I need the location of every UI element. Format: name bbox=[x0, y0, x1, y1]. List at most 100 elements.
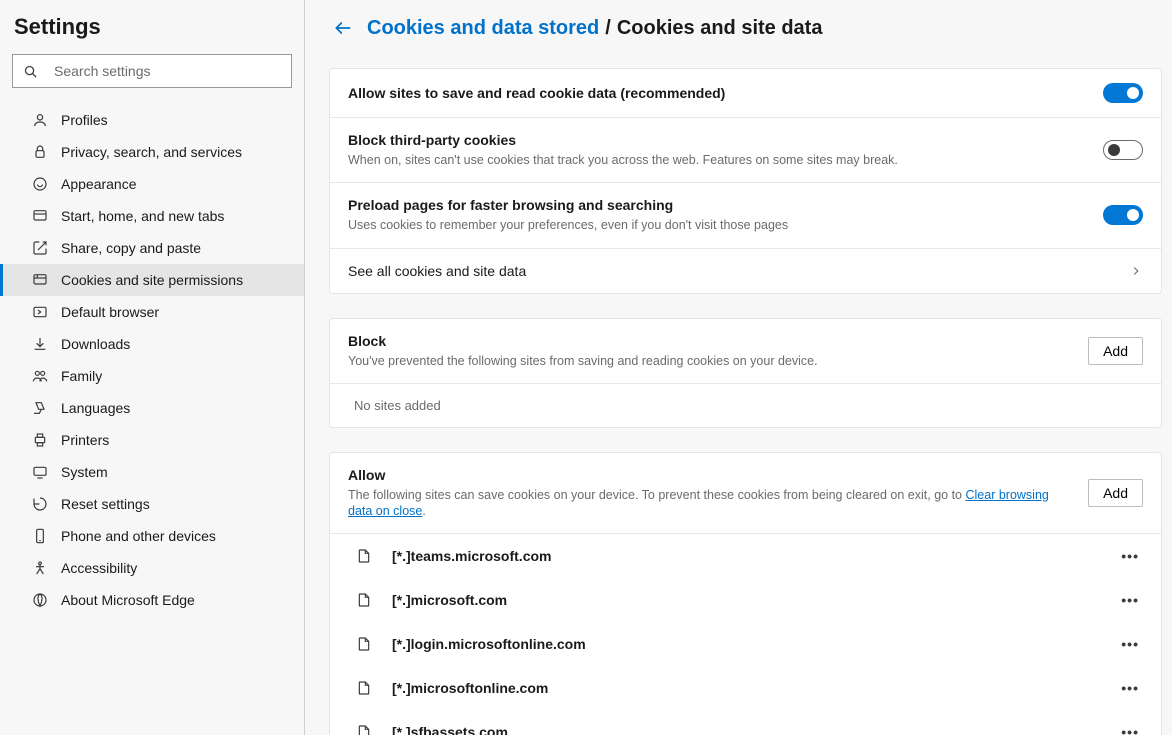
see-all-cookies-label: See all cookies and site data bbox=[348, 263, 1109, 279]
block-add-button[interactable]: Add bbox=[1088, 337, 1143, 365]
nav-item-downloads[interactable]: Downloads bbox=[0, 328, 304, 360]
nav-icon bbox=[31, 399, 49, 417]
allow-site-row: [*.]teams.microsoft.com••• bbox=[330, 534, 1161, 578]
more-actions-button[interactable]: ••• bbox=[1117, 588, 1143, 612]
nav-item-phone-and-other-devices[interactable]: Phone and other devices bbox=[0, 520, 304, 552]
site-domain: [*.]login.microsoftonline.com bbox=[392, 636, 1117, 652]
preload-desc: Uses cookies to remember your preference… bbox=[348, 217, 1083, 233]
allow-section-card: Allow The following sites can save cooki… bbox=[329, 452, 1162, 735]
see-all-cookies-row[interactable]: See all cookies and site data bbox=[330, 249, 1161, 293]
site-domain: [*.]sfbassets.com bbox=[392, 724, 1117, 735]
nav-item-cookies-and-site-permissions[interactable]: Cookies and site permissions bbox=[0, 264, 304, 296]
nav-icon bbox=[31, 207, 49, 225]
document-icon bbox=[356, 548, 372, 564]
nav-item-family[interactable]: Family bbox=[0, 360, 304, 392]
nav-icon bbox=[31, 175, 49, 193]
more-actions-button[interactable]: ••• bbox=[1117, 676, 1143, 700]
nav-icon bbox=[31, 143, 49, 161]
allow-title: Allow bbox=[348, 467, 1068, 483]
block-header-row: Block You've prevented the following sit… bbox=[330, 319, 1161, 384]
nav-item-about-microsoft-edge[interactable]: About Microsoft Edge bbox=[0, 584, 304, 616]
nav-label: Profiles bbox=[61, 112, 108, 128]
nav-item-system[interactable]: System bbox=[0, 456, 304, 488]
nav-label: Start, home, and new tabs bbox=[61, 208, 224, 224]
document-icon bbox=[356, 592, 372, 608]
chevron-right-icon bbox=[1129, 264, 1143, 278]
nav-icon bbox=[31, 335, 49, 353]
settings-title: Settings bbox=[0, 10, 304, 54]
search-input[interactable] bbox=[38, 63, 281, 79]
nav-label: Share, copy and paste bbox=[61, 240, 201, 256]
document-icon bbox=[356, 636, 372, 652]
nav-icon bbox=[31, 495, 49, 513]
allow-cookies-title: Allow sites to save and read cookie data… bbox=[348, 85, 1083, 101]
more-actions-button[interactable]: ••• bbox=[1117, 632, 1143, 656]
nav-icon bbox=[31, 527, 49, 545]
block-section-card: Block You've prevented the following sit… bbox=[329, 318, 1162, 428]
allow-site-row: [*.]microsoft.com••• bbox=[330, 578, 1161, 622]
more-actions-button[interactable]: ••• bbox=[1117, 720, 1143, 735]
back-button[interactable] bbox=[329, 14, 357, 42]
nav-label: About Microsoft Edge bbox=[61, 592, 195, 608]
nav-label: Accessibility bbox=[61, 560, 137, 576]
nav-item-reset-settings[interactable]: Reset settings bbox=[0, 488, 304, 520]
more-actions-button[interactable]: ••• bbox=[1117, 544, 1143, 568]
nav-label: Default browser bbox=[61, 304, 159, 320]
nav-item-privacy-search-and-services[interactable]: Privacy, search, and services bbox=[0, 136, 304, 168]
document-icon bbox=[356, 724, 372, 735]
settings-nav: Profiles Privacy, search, and services App… bbox=[0, 100, 304, 616]
nav-item-profiles[interactable]: Profiles bbox=[0, 104, 304, 136]
nav-label: Languages bbox=[61, 400, 130, 416]
nav-item-default-browser[interactable]: Default browser bbox=[0, 296, 304, 328]
site-domain: [*.]teams.microsoft.com bbox=[392, 548, 1117, 564]
block-title: Block bbox=[348, 333, 1068, 349]
breadcrumb-sep: / bbox=[605, 17, 611, 40]
nav-item-languages[interactable]: Languages bbox=[0, 392, 304, 424]
nav-icon bbox=[31, 463, 49, 481]
allow-site-row: [*.]sfbassets.com••• bbox=[330, 710, 1161, 735]
nav-label: Cookies and site permissions bbox=[61, 272, 243, 288]
nav-label: Downloads bbox=[61, 336, 130, 352]
block-third-party-desc: When on, sites can't use cookies that tr… bbox=[348, 152, 1083, 168]
nav-item-accessibility[interactable]: Accessibility bbox=[0, 552, 304, 584]
nav-item-appearance[interactable]: Appearance bbox=[0, 168, 304, 200]
breadcrumb: Cookies and data stored / Cookies and si… bbox=[329, 14, 1162, 42]
nav-icon bbox=[31, 239, 49, 257]
nav-icon bbox=[31, 591, 49, 609]
document-icon bbox=[356, 680, 372, 696]
nav-icon bbox=[31, 303, 49, 321]
nav-item-start-home-and-new-tabs[interactable]: Start, home, and new tabs bbox=[0, 200, 304, 232]
site-domain: [*.]microsoftonline.com bbox=[392, 680, 1117, 696]
nav-icon bbox=[31, 367, 49, 385]
nav-label: Phone and other devices bbox=[61, 528, 216, 544]
site-domain: [*.]microsoft.com bbox=[392, 592, 1117, 608]
allow-add-button[interactable]: Add bbox=[1088, 479, 1143, 507]
allow-header-row: Allow The following sites can save cooki… bbox=[330, 453, 1161, 535]
breadcrumb-current: Cookies and site data bbox=[617, 17, 823, 40]
block-third-party-toggle[interactable] bbox=[1103, 140, 1143, 160]
cookie-settings-card: Allow sites to save and read cookie data… bbox=[329, 68, 1162, 294]
block-desc: You've prevented the following sites fro… bbox=[348, 353, 1068, 369]
preload-title: Preload pages for faster browsing and se… bbox=[348, 197, 1083, 213]
allow-cookies-toggle[interactable] bbox=[1103, 83, 1143, 103]
nav-label: Privacy, search, and services bbox=[61, 144, 242, 160]
allow-site-row: [*.]login.microsoftonline.com••• bbox=[330, 622, 1161, 666]
nav-icon bbox=[31, 271, 49, 289]
breadcrumb-parent[interactable]: Cookies and data stored bbox=[367, 17, 599, 40]
search-box[interactable] bbox=[12, 54, 292, 88]
block-third-party-row: Block third-party cookies When on, sites… bbox=[330, 118, 1161, 183]
block-third-party-title: Block third-party cookies bbox=[348, 132, 1083, 148]
nav-item-share-copy-and-paste[interactable]: Share, copy and paste bbox=[0, 232, 304, 264]
allow-desc: The following sites can save cookies on … bbox=[348, 487, 1068, 520]
main-content: Cookies and data stored / Cookies and si… bbox=[305, 0, 1172, 735]
nav-label: System bbox=[61, 464, 108, 480]
nav-label: Family bbox=[61, 368, 102, 384]
nav-icon bbox=[31, 431, 49, 449]
block-empty: No sites added bbox=[330, 384, 1161, 427]
nav-icon bbox=[31, 559, 49, 577]
nav-label: Reset settings bbox=[61, 496, 150, 512]
nav-item-printers[interactable]: Printers bbox=[0, 424, 304, 456]
allow-site-row: [*.]microsoftonline.com••• bbox=[330, 666, 1161, 710]
allow-site-list: [*.]teams.microsoft.com•••[*.]microsoft.… bbox=[330, 534, 1161, 735]
preload-toggle[interactable] bbox=[1103, 205, 1143, 225]
